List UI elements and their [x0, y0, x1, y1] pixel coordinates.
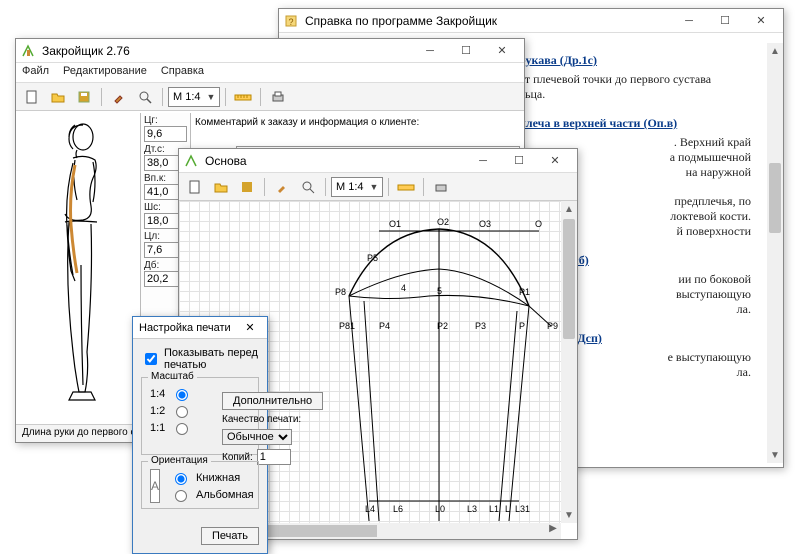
chevron-down-icon: ▼: [370, 182, 379, 192]
page-orientation-icon: A: [150, 469, 160, 503]
orient-book-radio[interactable]: Книжная: [170, 470, 254, 485]
app-icon: [183, 153, 199, 169]
print-title: Настройка печати: [139, 322, 239, 334]
menu-edit[interactable]: Редактирование: [63, 65, 147, 80]
scroll-down-icon[interactable]: ▼: [767, 447, 783, 463]
scale-select[interactable]: М 1:4▼: [168, 87, 220, 107]
quality-select[interactable]: Обычное: [222, 429, 292, 445]
save-icon[interactable]: [235, 176, 259, 198]
close-button[interactable]: ✕: [239, 321, 261, 334]
scale-select[interactable]: М 1:4▼: [331, 177, 383, 197]
help-title: Справка по программе Закройщик: [305, 14, 671, 28]
open-icon[interactable]: [209, 176, 233, 198]
chevron-down-icon: ▼: [207, 92, 216, 102]
maximize-button[interactable]: ☐: [707, 10, 743, 32]
orient-album-radio[interactable]: Альбомная: [170, 487, 254, 502]
print-icon[interactable]: [266, 86, 290, 108]
toolbar-separator: [260, 88, 261, 106]
brush-icon[interactable]: [107, 86, 131, 108]
extra-button[interactable]: Дополнительно: [222, 392, 323, 410]
main-menubar: Файл Редактирование Справка: [16, 63, 524, 83]
show-before-print-checkbox[interactable]: Показывать перед печатью: [141, 347, 259, 371]
print-icon[interactable]: [429, 176, 453, 198]
help-link[interactable]: плеча в верхней части (Оп.в): [519, 116, 677, 130]
help-link[interactable]: рукава (Др.1с): [519, 53, 597, 67]
new-icon[interactable]: [183, 176, 207, 198]
help-titlebar[interactable]: ? Справка по программе Закройщик ─ ☐ ✕: [279, 9, 783, 33]
zoom-icon[interactable]: [296, 176, 320, 198]
comment-heading: Комментарий к заказу и информация о клие…: [195, 117, 520, 128]
close-button[interactable]: ✕: [484, 40, 520, 62]
osnova-title: Основа: [205, 154, 465, 168]
figure-pane: [16, 113, 141, 424]
scrollbar-thumb[interactable]: [769, 163, 781, 233]
main-toolbar: М 1:4▼: [16, 83, 524, 111]
ruler-icon[interactable]: [231, 86, 255, 108]
help-scrollbar[interactable]: ▲ ▼: [767, 43, 783, 463]
scale-legend: Масштаб: [148, 371, 197, 382]
toolbar-separator: [225, 88, 226, 106]
body-figure: [23, 117, 133, 417]
maximize-button[interactable]: ☐: [501, 150, 537, 172]
save-icon[interactable]: [72, 86, 96, 108]
scale-radio-1-1[interactable]: [176, 423, 188, 435]
brush-icon[interactable]: [270, 176, 294, 198]
main-title: Закройщик 2.76: [42, 44, 412, 58]
help-icon: ?: [283, 13, 299, 29]
app-icon: [20, 43, 36, 59]
svg-text:?: ?: [288, 17, 293, 27]
scroll-up-icon[interactable]: ▲: [561, 201, 577, 217]
copies-input[interactable]: [257, 449, 291, 465]
print-titlebar[interactable]: Настройка печати ✕: [133, 317, 267, 339]
orient-legend: Ориентация: [148, 455, 211, 466]
main-titlebar[interactable]: Закройщик 2.76 ─ ☐ ✕: [16, 39, 524, 63]
print-dialog: Настройка печати ✕ Показывать перед печа…: [132, 316, 268, 554]
scale-radio-1-4[interactable]: [176, 389, 188, 401]
quality-label: Качество печати:: [222, 414, 323, 425]
toolbar-separator: [162, 88, 163, 106]
meas-input[interactable]: [144, 126, 187, 142]
scrollbar-thumb[interactable]: [563, 219, 575, 339]
open-icon[interactable]: [46, 86, 70, 108]
scroll-up-icon[interactable]: ▲: [767, 43, 783, 59]
menu-help[interactable]: Справка: [161, 65, 204, 80]
menu-file[interactable]: Файл: [22, 65, 49, 80]
osnova-vscrollbar[interactable]: ▲ ▼: [561, 201, 577, 523]
ruler-icon[interactable]: [394, 176, 418, 198]
minimize-button[interactable]: ─: [412, 40, 448, 62]
maximize-button[interactable]: ☐: [448, 40, 484, 62]
close-button[interactable]: ✕: [743, 10, 779, 32]
new-icon[interactable]: [20, 86, 44, 108]
close-button[interactable]: ✕: [537, 150, 573, 172]
toolbar-separator: [101, 88, 102, 106]
scroll-down-icon[interactable]: ▼: [561, 507, 577, 523]
minimize-button[interactable]: ─: [465, 150, 501, 172]
meas-label: Цг:: [144, 115, 187, 126]
scale-radio-1-2[interactable]: [176, 406, 188, 418]
print-button[interactable]: Печать: [201, 527, 259, 545]
osnova-toolbar: М 1:4▼: [179, 173, 577, 201]
osnova-titlebar[interactable]: Основа ─ ☐ ✕: [179, 149, 577, 173]
minimize-button[interactable]: ─: [671, 10, 707, 32]
scroll-right-icon[interactable]: ▶: [545, 523, 561, 534]
zoom-icon[interactable]: [133, 86, 157, 108]
